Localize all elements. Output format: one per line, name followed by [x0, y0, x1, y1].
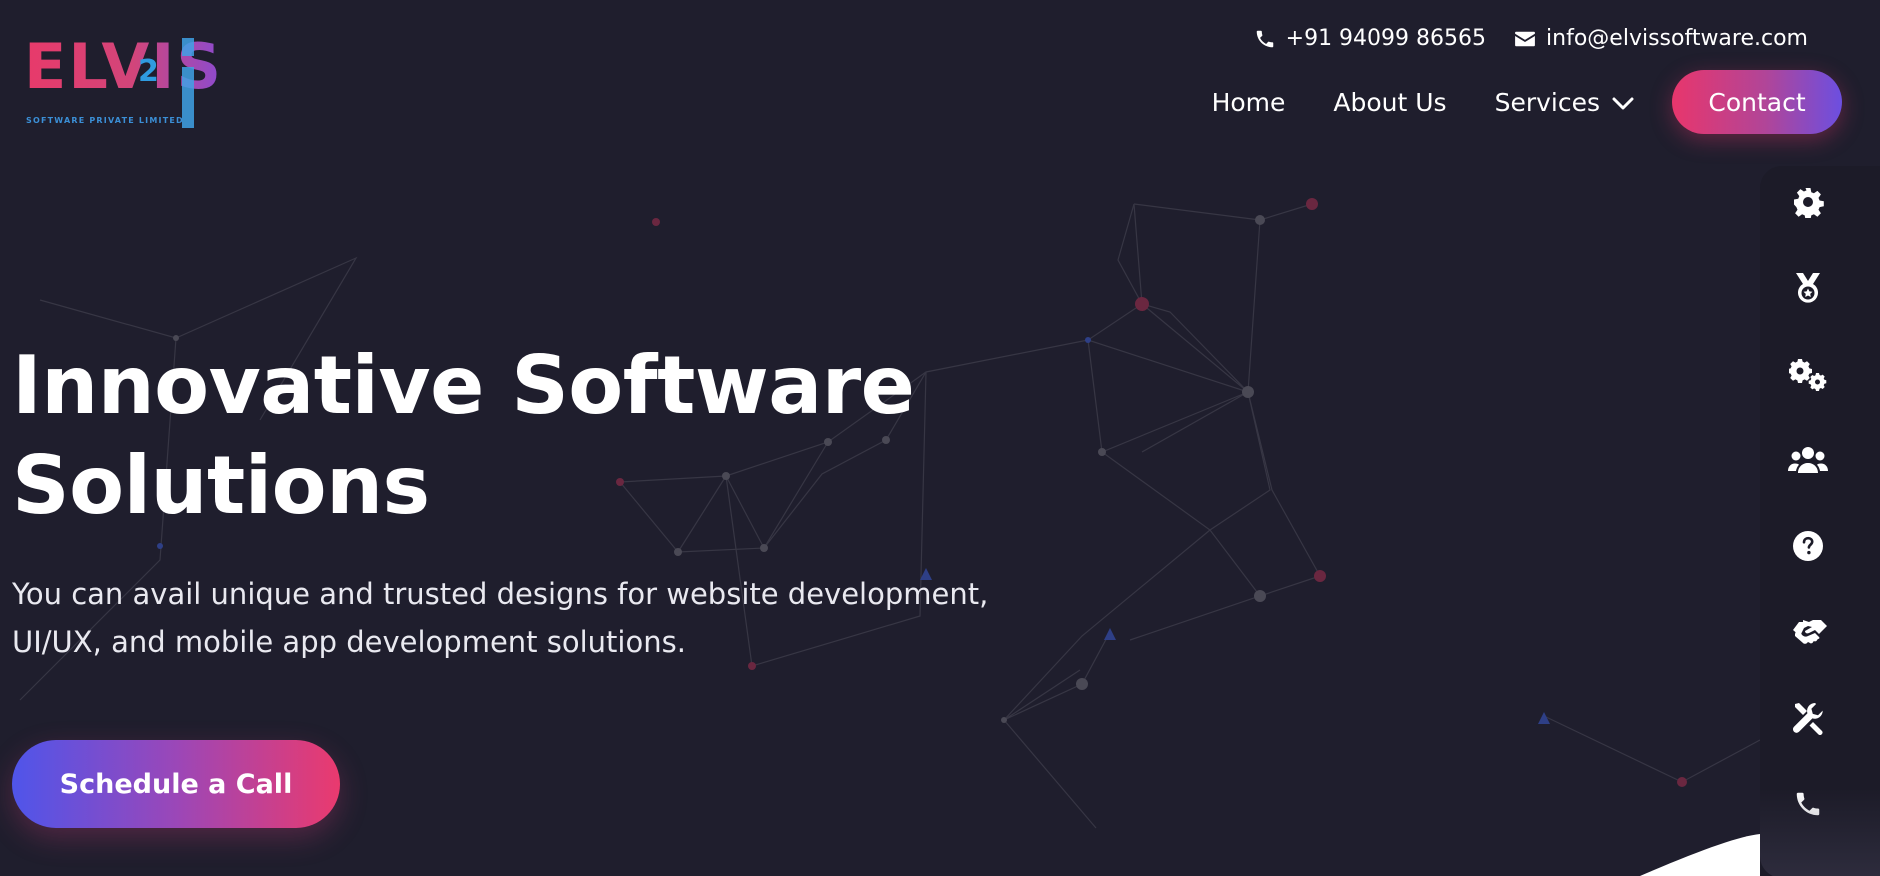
main-nav: Home About Us Services Contact	[1212, 70, 1842, 134]
tools-icon[interactable]	[1788, 698, 1828, 738]
side-quick-links	[1760, 166, 1880, 876]
top-contact-bar: +91 94099 86565 info@elvissoftware.com	[1254, 26, 1808, 51]
email-address: info@elvissoftware.com	[1546, 26, 1808, 51]
phone-number: +91 94099 86565	[1285, 26, 1487, 51]
users-icon[interactable]	[1788, 440, 1828, 480]
nav-services-label: Services	[1494, 87, 1600, 117]
nav-services[interactable]: Services	[1495, 88, 1634, 117]
phone-link[interactable]: +91 94099 86565	[1254, 26, 1486, 51]
hero-title-line-2: Solutions	[12, 439, 430, 532]
hero-subtitle: You can avail unique and trusted designs…	[12, 570, 1052, 666]
chevron-down-icon	[1612, 88, 1634, 117]
handshake-icon[interactable]	[1788, 612, 1828, 652]
email-link[interactable]: info@elvissoftware.com	[1514, 26, 1808, 51]
award-medal-icon[interactable]	[1788, 268, 1828, 308]
gear-icon[interactable]	[1788, 182, 1828, 222]
nav-home[interactable]: Home	[1212, 88, 1286, 117]
hero-title-line-1: Innovative Software	[12, 339, 915, 432]
question-circle-icon[interactable]	[1788, 526, 1828, 566]
logo-superscript: 2	[138, 54, 159, 89]
hero-subtitle-line-1: You can avail unique and trusted designs…	[12, 577, 989, 611]
phone-icon	[1254, 28, 1276, 50]
brand-logo[interactable]: ELVIS 2 SOFTWARE PRIVATE LIMITED	[24, 36, 264, 132]
hero-subtitle-line-2: UI/UX, and mobile app development soluti…	[12, 625, 686, 659]
schedule-call-button[interactable]: Schedule a Call	[12, 740, 340, 828]
gears-icon[interactable]	[1788, 354, 1828, 394]
phone-icon[interactable]	[1788, 784, 1828, 824]
logo-tagline: SOFTWARE PRIVATE LIMITED	[26, 116, 184, 125]
hero-title: Innovative Software Solutions	[12, 336, 972, 536]
nav-about-us[interactable]: About Us	[1333, 88, 1446, 117]
envelope-icon	[1514, 30, 1536, 48]
contact-button[interactable]: Contact	[1672, 70, 1842, 134]
logo-bar-mark	[182, 38, 194, 128]
